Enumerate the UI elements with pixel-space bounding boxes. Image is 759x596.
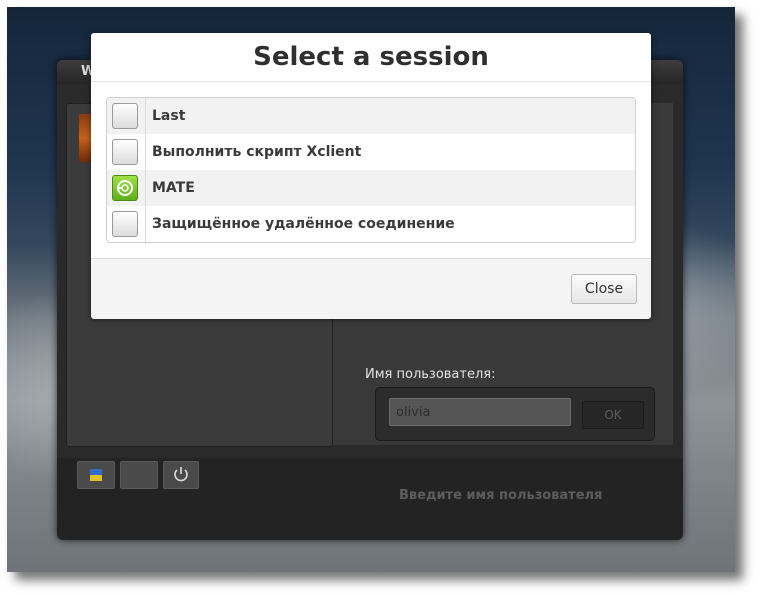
session-row-last[interactable]: Last [107,98,635,134]
select-session-dialog: Select a session Last Выполнить скрипт X… [91,33,651,319]
session-checkbox-checked[interactable] [112,175,138,201]
session-checkbox[interactable] [112,139,138,165]
dialog-title: Select a session [91,33,651,82]
username-label: Имя пользователя: [365,367,496,382]
session-row-mate[interactable]: MATE [107,170,635,206]
session-icon [121,462,157,488]
session-label: Last [152,108,186,124]
session-label: Защищённое удалённое соединение [152,216,455,232]
username-input[interactable]: olivia [389,398,571,426]
ok-button[interactable]: OK [582,401,644,429]
username-hint: Введите имя пользователя [399,488,603,503]
dialog-footer: Close [91,258,651,319]
checkbox-column-divider [145,98,146,242]
session-checkbox[interactable] [112,211,138,237]
session-button[interactable] [120,461,158,489]
mate-logo-icon [117,180,133,196]
session-checkbox[interactable] [112,103,138,129]
session-label: MATE [152,180,195,196]
keyboard-layout-icon [90,469,102,481]
session-list: Last Выполнить скрипт Xclient MATE Защищ… [106,97,636,243]
power-button[interactable] [163,461,199,489]
session-label: Выполнить скрипт Xclient [152,144,362,160]
session-row-xclient[interactable]: Выполнить скрипт Xclient [107,134,635,170]
keyboard-layout-button[interactable] [77,461,115,489]
session-row-remote[interactable]: Защищённое удалённое соединение [107,206,635,242]
close-button[interactable]: Close [571,274,637,304]
power-icon [174,467,188,482]
